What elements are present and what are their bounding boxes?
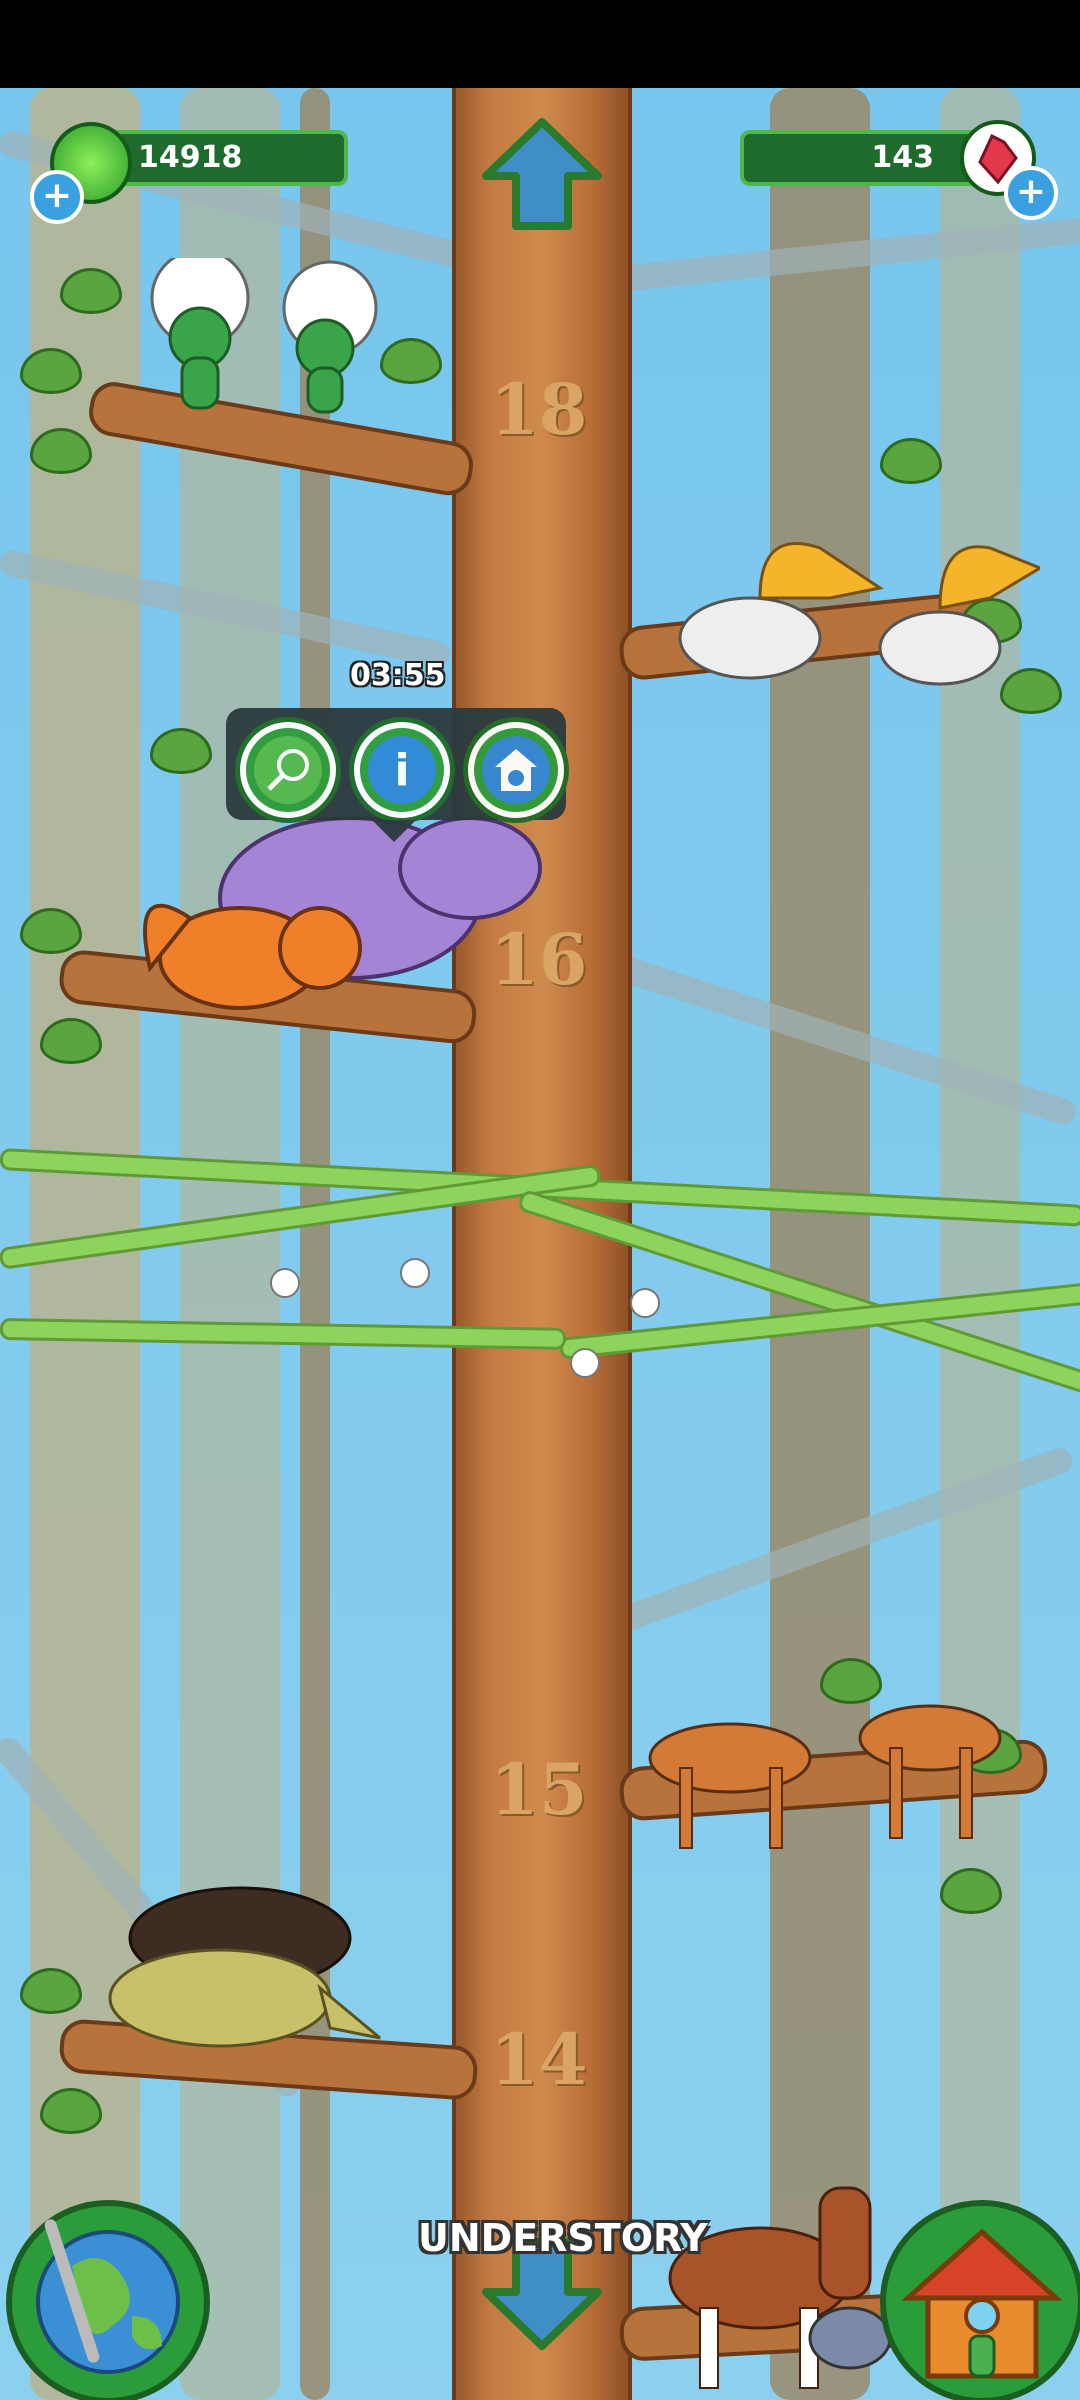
add-coins-button[interactable]: + (30, 170, 84, 224)
world-map-button[interactable] (6, 2200, 210, 2400)
info-button[interactable]: i (354, 722, 450, 818)
level-number-14: 14 (490, 2018, 588, 2101)
leaf (20, 348, 82, 394)
horse-and-goat[interactable] (650, 2148, 910, 2398)
globe-icon (36, 2219, 180, 2374)
background-tree (770, 88, 870, 2400)
background-tree (940, 88, 1020, 2400)
gem-count: 143 (871, 140, 934, 175)
add-gems-button[interactable]: + (1004, 166, 1058, 220)
plus-icon: + (1015, 171, 1047, 212)
animal-house-icon (482, 736, 550, 804)
status-bar (0, 0, 1080, 88)
flower-sprite-animals[interactable] (120, 258, 400, 428)
pelican-pair[interactable] (640, 508, 1040, 708)
coin-count: 14918 (138, 140, 243, 175)
leaf (40, 1018, 102, 1064)
leaf (30, 428, 92, 474)
leaf (20, 908, 82, 954)
house-icon (901, 2228, 1063, 2379)
leaf (60, 268, 122, 314)
animal-house-button[interactable] (468, 722, 564, 818)
anteater-pair[interactable] (90, 1878, 410, 2078)
leaf (20, 1968, 82, 2014)
leaf (880, 438, 942, 484)
catch-net-button[interactable] (240, 722, 336, 818)
net-icon (254, 736, 322, 804)
white-flower (630, 1288, 660, 1318)
fox-and-hippo[interactable] (130, 788, 550, 1048)
care-timer: 03:55 (350, 658, 446, 693)
leaf (40, 2088, 102, 2134)
white-flower (270, 1268, 300, 1298)
white-flower (400, 1258, 430, 1288)
animal-action-popup: i (226, 708, 566, 842)
game-scene[interactable]: 18 16 15 14 03:55 i UNDERSTORY (0, 88, 1080, 2400)
level-number-18: 18 (490, 368, 588, 451)
up-arrow-icon (482, 118, 602, 230)
leaf (150, 728, 212, 774)
gem-counter: 143 (740, 130, 982, 186)
flower-sprite-right (282, 260, 378, 414)
deer-pair[interactable] (620, 1648, 1040, 1888)
level-number-15: 15 (490, 1748, 588, 1831)
home-button[interactable] (880, 2200, 1080, 2400)
flower-sprite-left (150, 258, 250, 410)
plus-icon: + (41, 175, 73, 216)
scroll-up-button[interactable] (482, 118, 602, 230)
white-flower (570, 1348, 600, 1378)
info-icon: i (368, 736, 436, 804)
zone-label: UNDERSTORY (418, 2216, 708, 2260)
